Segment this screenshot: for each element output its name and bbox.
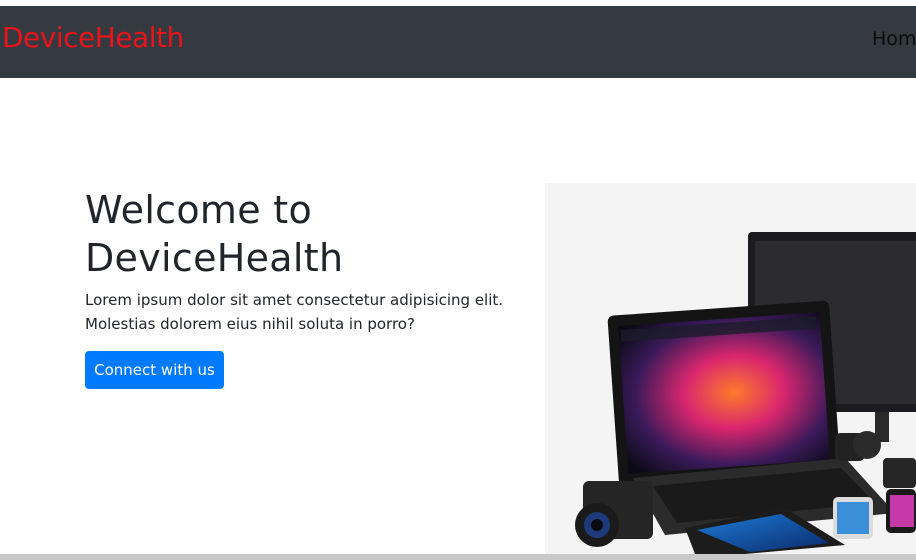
brand-logo-link[interactable]: DeviceHealth [2, 21, 184, 54]
navbar: DeviceHealth Hom [0, 6, 916, 78]
hero-title: Welcome to DeviceHealth [85, 188, 344, 280]
devices-illustration [575, 232, 916, 554]
connect-with-us-button[interactable]: Connect with us [85, 351, 224, 389]
hero-description: Lorem ipsum dolor sit amet consectetur a… [85, 291, 504, 333]
devices-photo [545, 183, 916, 554]
nav-link-home[interactable]: Hom [872, 28, 916, 50]
bottom-scrollbar-strip [0, 554, 916, 560]
